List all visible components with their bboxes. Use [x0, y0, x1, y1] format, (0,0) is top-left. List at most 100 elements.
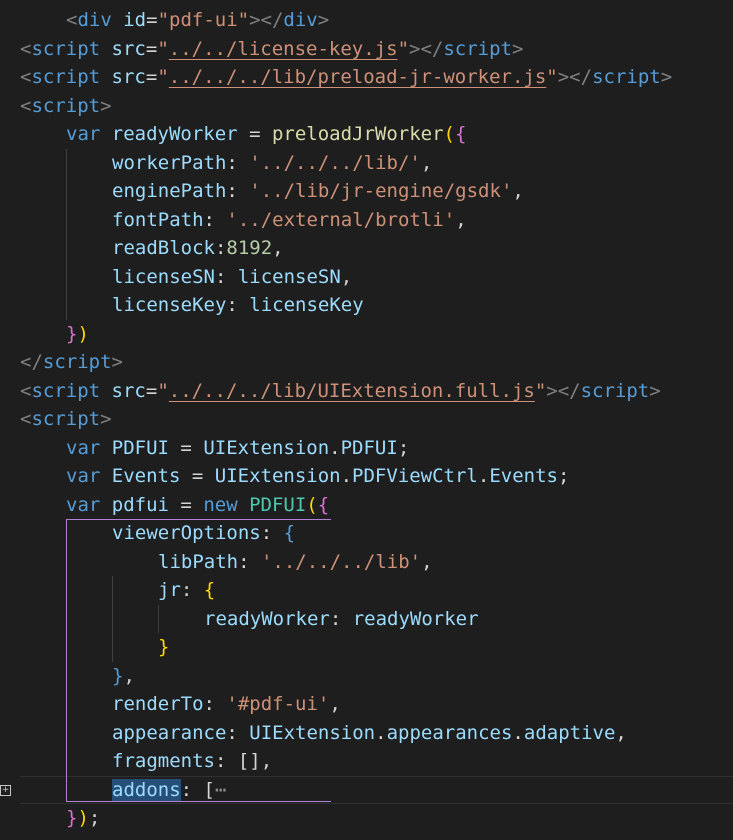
code-line[interactable]: }) — [66, 320, 89, 349]
code-token: : — [226, 151, 250, 174]
code-token: , — [272, 237, 284, 259]
code-token: readyWorker — [352, 607, 479, 630]
code-token: var — [66, 465, 101, 487]
code-line[interactable]: licenseSN: licenseSN, — [112, 263, 352, 292]
code-line[interactable]: var pdfui = new PDFUI({ — [66, 491, 329, 520]
code-token: , — [512, 180, 524, 202]
code-editor[interactable]: + <div id="pdf-ui"></div> <script src="..… — [0, 0, 733, 840]
code-token: : — [180, 778, 204, 801]
code-token: < — [20, 94, 32, 117]
code-line[interactable]: <script src="../../../lib/UIExtension.fu… — [20, 377, 661, 406]
code-token: jr — [158, 579, 181, 601]
code-token: new — [203, 493, 238, 516]
code-line[interactable]: enginePath: '../lib/jr-engine/gsdk', — [112, 177, 524, 206]
code-token: div — [77, 9, 112, 31]
code-token: script — [42, 351, 112, 373]
code-token: , — [421, 550, 433, 573]
code-token: = — [145, 379, 158, 402]
code-line[interactable]: appearance: UIExtension.appearances.adap… — [112, 719, 627, 748]
code-token: = — [180, 465, 215, 487]
code-line[interactable]: licenseKey: licenseKey — [112, 291, 364, 320]
code-line[interactable]: }); — [66, 804, 100, 833]
code-line[interactable]: fragments: [], — [112, 747, 272, 776]
code-line[interactable]: readyWorker: readyWorker — [204, 605, 479, 634]
code-token: { — [455, 123, 467, 145]
code-token: : — [260, 522, 284, 544]
code-token: '../../../lib/' — [249, 151, 421, 174]
code-token: Events — [489, 465, 558, 487]
code-token: : — [226, 180, 250, 202]
code-token: } — [112, 664, 124, 687]
code-line[interactable]: <script> — [20, 92, 112, 121]
code-line[interactable]: addons: [⋯ — [112, 776, 226, 805]
code-line[interactable]: } — [158, 633, 169, 662]
code-token: : — [238, 550, 261, 573]
code-token: readBlock — [112, 237, 215, 259]
code-token: var — [66, 123, 101, 145]
code-token: ( — [306, 493, 318, 516]
code-token: { — [317, 493, 330, 516]
code-token: ( — [443, 123, 455, 145]
code-token: < — [20, 66, 32, 88]
code-token: script — [31, 408, 101, 430]
code-line[interactable]: <script src="../../../lib/preload-jr-wor… — [20, 63, 672, 92]
code-line[interactable]: viewerOptions: { — [112, 519, 295, 548]
code-line[interactable]: }, — [112, 662, 135, 691]
code-token: fontPath — [112, 208, 204, 231]
code-line[interactable]: <script src="../../license-key.js"></scr… — [20, 35, 523, 64]
code-line[interactable]: <script> — [20, 405, 112, 434]
code-token: { — [283, 522, 296, 544]
code-token: ) — [77, 807, 89, 829]
code-token: PDFUI — [340, 436, 398, 459]
code-token: script — [580, 379, 650, 402]
code-token: PDFUI — [249, 493, 307, 516]
code-token: PDFUI — [111, 436, 169, 459]
fold-expand-icon[interactable]: + — [0, 784, 11, 796]
code-line[interactable]: var Events = UIExtension.PDFViewCtrl.Eve… — [66, 462, 569, 491]
code-token: : — [226, 294, 250, 316]
code-line[interactable]: jr: { — [158, 576, 215, 605]
code-token: > — [111, 351, 123, 373]
code-line[interactable]: fontPath: '../external/brotli', — [112, 206, 467, 235]
code-token: "pdf-ui" — [157, 9, 250, 31]
code-token: : — [214, 750, 238, 772]
code-token: " — [157, 379, 169, 402]
code-token: pdfui — [111, 493, 169, 516]
code-line[interactable]: var PDFUI = UIExtension.PDFUI; — [66, 434, 409, 463]
code-line[interactable]: workerPath: '../../../lib/', — [112, 149, 432, 178]
code-token: = — [145, 37, 158, 60]
code-token: > — [511, 37, 524, 60]
code-token: fragments — [112, 750, 215, 772]
code-token: , — [340, 265, 353, 288]
code-line[interactable]: </script> — [20, 348, 123, 377]
code-token: ../../../lib/preload-jr-worker.js — [168, 66, 547, 88]
code-token: id — [123, 9, 147, 31]
code-token: > — [649, 379, 661, 402]
code-line[interactable]: renderTo: '#pdf-ui', — [112, 690, 341, 719]
code-line[interactable]: readBlock:8192, — [112, 234, 284, 263]
code-token: = — [145, 66, 158, 88]
code-token: . — [340, 465, 353, 487]
code-token: , — [329, 693, 341, 715]
code-token: ; — [88, 807, 101, 829]
code-line[interactable]: <div id="pdf-ui"></div> — [66, 6, 329, 35]
code-token: libPath — [158, 550, 239, 573]
code-token: '#pdf-ui' — [226, 693, 330, 715]
code-token: addons — [112, 778, 181, 801]
code-token: : — [214, 265, 238, 288]
code-line[interactable]: libPath: '../../../lib', — [158, 548, 433, 577]
folded-ellipsis[interactable]: ⋯ — [215, 779, 226, 801]
code-token: > — [100, 408, 112, 430]
code-token: UIExtension — [249, 721, 376, 744]
code-token: script — [592, 66, 661, 88]
code-line[interactable]: var readyWorker = preloadJrWorker({ — [66, 120, 466, 149]
code-token: appearance — [112, 721, 227, 744]
code-token: , — [123, 664, 135, 687]
code-token: '../lib/jr-engine/gsdk' — [249, 180, 513, 202]
code-token: . — [512, 721, 524, 744]
code-token: , — [455, 208, 467, 231]
